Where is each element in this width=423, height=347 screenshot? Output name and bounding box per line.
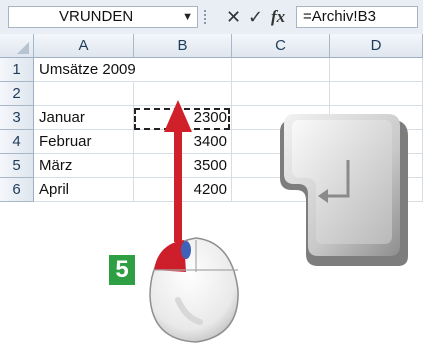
cell-d1[interactable]	[330, 58, 423, 82]
cell-c3[interactable]	[232, 106, 330, 130]
row-header-3[interactable]: 3	[0, 106, 34, 130]
row-header-2[interactable]: 2	[0, 82, 34, 106]
cell-c5[interactable]	[232, 154, 330, 178]
cell-a5[interactable]: März	[34, 154, 134, 178]
cell-b6[interactable]: 4200	[134, 178, 232, 202]
column-header-a[interactable]: A	[34, 34, 134, 58]
row-header-5[interactable]: 5	[0, 154, 34, 178]
cell-c2[interactable]	[232, 82, 330, 106]
cell-a1[interactable]: Umsätze 2009	[34, 58, 136, 82]
insert-function-icon[interactable]: fx	[271, 6, 285, 28]
cell-d4[interactable]	[330, 130, 423, 154]
column-header-d[interactable]: D	[330, 34, 423, 58]
row-header-1[interactable]: 1	[0, 58, 34, 82]
cell-b5[interactable]: 3500	[134, 154, 232, 178]
select-all-corner[interactable]	[0, 34, 34, 58]
cell-c6[interactable]	[232, 178, 330, 202]
row-header-6[interactable]: 6	[0, 178, 34, 202]
copy-marquee	[134, 108, 230, 130]
cancel-icon[interactable]: ✕	[226, 6, 241, 28]
cell-d3[interactable]	[330, 106, 423, 130]
cell-d2[interactable]	[330, 82, 423, 106]
enter-check-icon[interactable]: ✓	[248, 6, 263, 28]
cell-a3[interactable]: Januar	[34, 106, 134, 130]
column-header-b[interactable]: B	[134, 34, 232, 58]
cell-a6[interactable]: April	[34, 178, 134, 202]
formula-input[interactable]: =Archiv!B3	[296, 6, 418, 28]
name-box-value: VRUNDEN	[59, 8, 134, 25]
chevron-down-icon[interactable]: ▼	[182, 7, 193, 27]
cell-b2[interactable]	[134, 82, 232, 106]
column-header-c[interactable]: C	[232, 34, 330, 58]
row-header-4[interactable]: 4	[0, 130, 34, 154]
cell-b4[interactable]: 3400	[134, 130, 232, 154]
mouse-icon	[149, 237, 239, 343]
cell-c1[interactable]	[232, 58, 330, 82]
cell-a2[interactable]	[34, 82, 134, 106]
formula-bar: VRUNDEN ▼ ✕ ✓ fx =Archiv!B3	[0, 0, 423, 35]
cell-c4[interactable]	[232, 130, 330, 154]
cell-d5[interactable]	[330, 154, 423, 178]
name-box[interactable]: VRUNDEN ▼	[8, 6, 198, 28]
cell-a4[interactable]: Februar	[34, 130, 134, 154]
formula-bar-grip[interactable]	[204, 10, 210, 24]
spreadsheet-grid: A B C D 1 2 3 4 5 6 Umsätze 2009 Januar …	[0, 34, 423, 214]
step-badge: 5	[109, 255, 135, 285]
cell-d6[interactable]	[330, 178, 423, 202]
cell-b1[interactable]	[134, 58, 232, 82]
